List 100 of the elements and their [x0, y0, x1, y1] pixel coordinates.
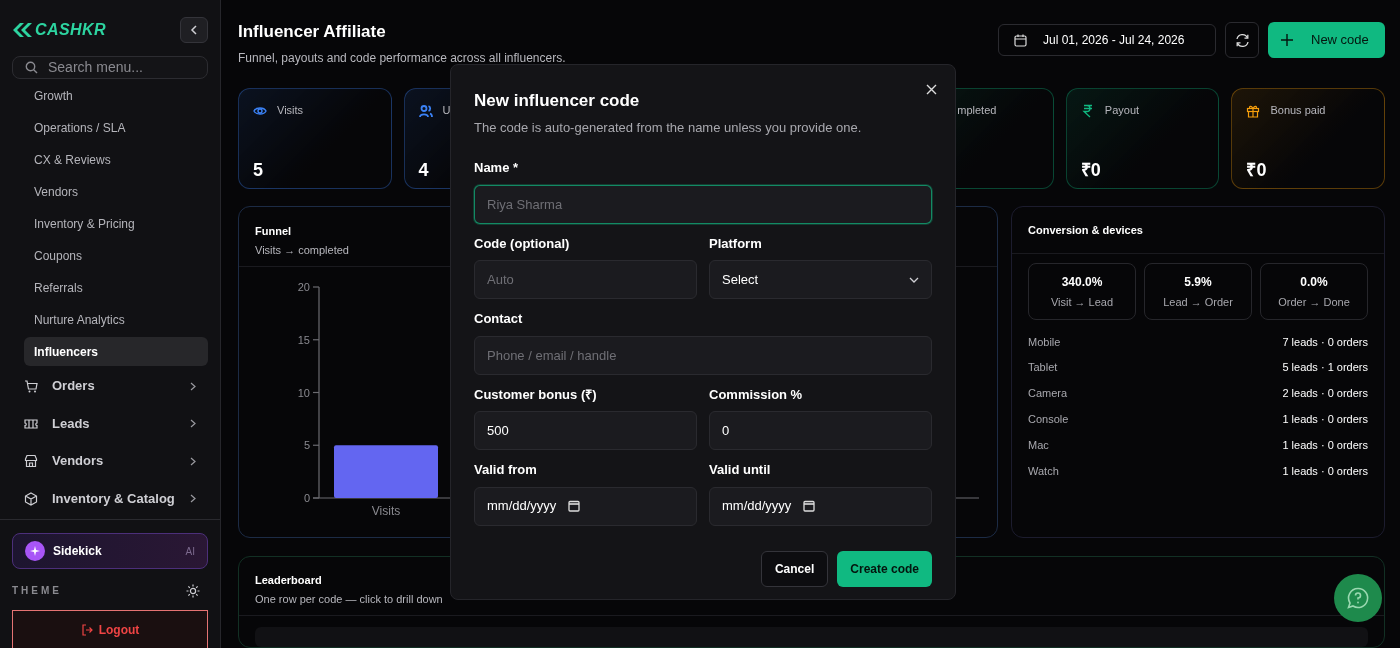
menu-item[interactable]: Operations / SLA [24, 113, 208, 142]
card-title: Leaderboard [255, 573, 322, 588]
text-field[interactable]: 500 [474, 411, 697, 450]
card-subtitle: One row per code — click to drill down [255, 591, 443, 607]
device-stats: 1 leads · 0 orders [1282, 437, 1368, 453]
stat-value: 5 [253, 158, 263, 182]
field-label: Name * [474, 159, 520, 177]
menu-item[interactable]: Referrals [24, 273, 208, 302]
axis-tick-label: 15 [297, 333, 310, 346]
field-label: Contact [474, 310, 524, 328]
card-subtitle: Visits → completed [255, 242, 349, 258]
sidekick-label: Sidekick [53, 543, 103, 560]
close-button[interactable] [924, 82, 938, 96]
ticket-icon [24, 416, 38, 431]
menu-group[interactable]: Vendors [12, 444, 208, 478]
device-name: Mac [1028, 437, 1049, 453]
refresh-icon [1234, 32, 1250, 48]
axis-tick-label: 10 [297, 386, 310, 399]
field-label: Customer bonus (₹) [474, 385, 598, 404]
menu-item[interactable]: CX & Reviews [24, 145, 208, 174]
field-label: Platform [709, 234, 763, 253]
device-stats: 7 leads · 0 orders [1282, 334, 1368, 350]
page-subtitle: Funnel, payouts and code performance across all influencers. [238, 49, 566, 67]
stat-label: U [442, 103, 451, 119]
page-title: Influencer Affiliate [238, 21, 386, 43]
menu-item[interactable]: Growth [24, 81, 208, 110]
sun-icon[interactable] [186, 583, 200, 598]
search-input[interactable]: Search menu... [48, 57, 188, 78]
card-title: Conversion & devices [1028, 222, 1143, 238]
collapse-button[interactable] [180, 17, 208, 43]
date-field[interactable]: mm/dd/yyyy [709, 486, 932, 526]
close-icon [925, 83, 937, 95]
menu-item[interactable]: Inventory & Pricing [24, 209, 208, 238]
sidekick-button[interactable]: Sidekick AI [12, 533, 208, 569]
plus-icon [1281, 34, 1293, 46]
rate-value: 5.9% [1184, 273, 1212, 291]
chevron-right-icon [190, 456, 196, 466]
device-stats: 1 leads · 0 orders [1282, 412, 1368, 428]
logo: CASHKR [35, 20, 106, 40]
logout-button[interactable]: Logout [12, 610, 208, 648]
rate-label: Order → Done [1278, 294, 1350, 310]
refresh-button[interactable] [1225, 22, 1259, 58]
menu-group[interactable]: Leads [12, 406, 208, 441]
device-name: Camera [1028, 386, 1068, 402]
stat-label: Visits [277, 103, 304, 119]
chevron-right-icon [190, 419, 196, 428]
menu-item[interactable]: Nurture Analytics [24, 305, 208, 334]
rate-label: Lead → Order [1163, 294, 1233, 310]
new-code-button[interactable]: New code [1268, 22, 1385, 58]
device-name: Tablet [1028, 360, 1058, 376]
menu-group[interactable]: Orders [12, 369, 208, 403]
chevron-left-icon [190, 25, 198, 35]
create-code-button[interactable]: Create code [837, 550, 932, 587]
logout-icon [80, 624, 93, 636]
date-field[interactable]: mm/dd/yyyy [474, 486, 697, 526]
stat-label: Bonus paid [1270, 103, 1326, 119]
menu-item[interactable]: Vendors [24, 177, 208, 206]
sparkle-icon [25, 541, 45, 561]
axis-category-label: Visits [371, 504, 401, 518]
menu-group[interactable]: Inventory & Catalog [12, 481, 208, 516]
chevron-down-icon [909, 276, 919, 283]
dialog-title: New influencer code [474, 90, 641, 112]
ai-label: AI [185, 544, 195, 559]
text-field[interactable]: Phone / email / handle [474, 335, 932, 375]
card-title: Funnel [255, 224, 292, 239]
dialog-subtitle: The code is auto-generated from the name unless you provide one. [474, 118, 863, 137]
help-chat-icon [1346, 586, 1370, 610]
device-stats: 2 leads · 0 orders [1282, 386, 1368, 402]
calendar-icon [1014, 33, 1027, 47]
calendar-icon [803, 500, 816, 512]
field-label: Valid from [474, 461, 538, 479]
text-field[interactable]: 0 [709, 411, 932, 450]
axis-tick-label: 20 [297, 281, 310, 293]
field-label: Code (optional) [474, 234, 571, 253]
device-name: Console [1028, 412, 1069, 428]
date-range-button[interactable]: Jul 01, 2026 - Jul 24, 2026 [998, 24, 1216, 56]
cart-icon [24, 379, 38, 393]
chevron-right-icon [190, 381, 196, 391]
rate-value: 0.0% [1300, 273, 1328, 291]
stat-value: ₹0 [1246, 158, 1267, 182]
logo-chevrons-icon [12, 23, 34, 37]
stat-value: 4 [418, 158, 429, 182]
rate-label: Visit → Lead [1050, 294, 1114, 310]
calendar-icon [568, 500, 581, 512]
text-field[interactable]: Auto [474, 260, 697, 299]
device-stats: 5 leads · 1 orders [1282, 360, 1368, 376]
search-bar[interactable]: Search menu... [12, 56, 208, 79]
store-icon [24, 454, 38, 468]
platform-select[interactable]: Select [709, 260, 932, 299]
device-name: Mobile [1028, 334, 1061, 350]
stat-label: mpleted [957, 103, 997, 119]
theme-label: THEME [12, 584, 62, 598]
cancel-button[interactable]: Cancel [760, 550, 829, 587]
menu-item[interactable]: Coupons [24, 241, 208, 270]
device-stats: 1 leads · 0 orders [1282, 463, 1368, 479]
chevron-right-icon [190, 494, 196, 503]
device-name: Watch [1028, 463, 1059, 479]
box-icon [24, 491, 38, 506]
menu-item[interactable]: Influencers [24, 337, 208, 366]
stat-label: Payout [1104, 103, 1140, 119]
